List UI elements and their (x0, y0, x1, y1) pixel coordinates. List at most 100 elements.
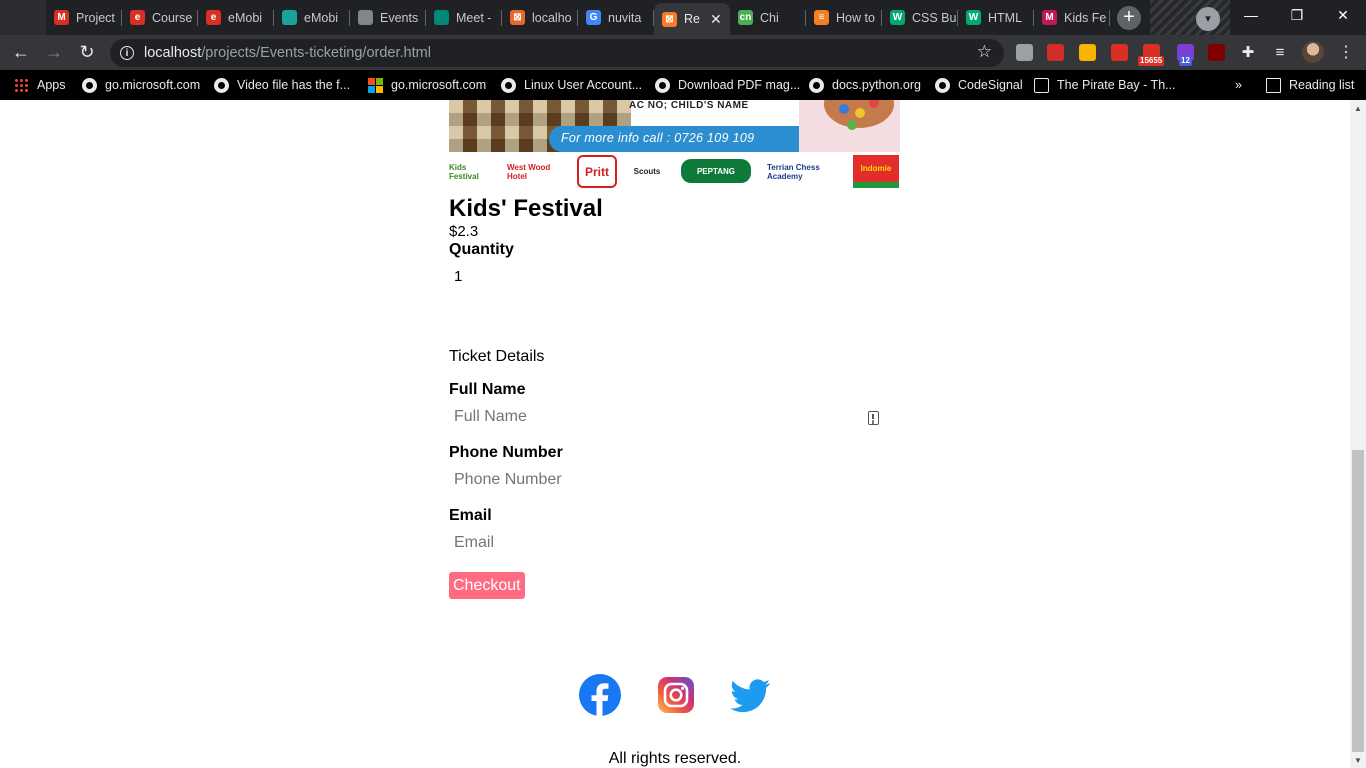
tab-title: eMobi (228, 10, 263, 25)
back-icon[interactable]: ← (9, 40, 33, 64)
browser-tab[interactable]: Meet - (426, 4, 502, 31)
browser-toolbar: ← → ↻ i localhost/projects/Events-ticket… (0, 35, 1366, 70)
tab-title: CSS Bu (912, 10, 957, 25)
more-menu-icon[interactable]: ⋮ (1334, 40, 1358, 64)
instagram-icon[interactable] (655, 674, 697, 716)
bookmark-item[interactable]: Linux User Account... (501, 76, 642, 94)
browser-tab[interactable]: e Course (122, 4, 198, 31)
url-host: localhost (144, 45, 202, 61)
ext-lastpass-icon[interactable] (1047, 44, 1064, 61)
ext-purple-icon[interactable]: 12 (1177, 44, 1194, 66)
site-info-icon[interactable]: i (120, 46, 134, 60)
bookmark-item[interactable]: go.microsoft.com (368, 76, 486, 94)
globe-icon (358, 10, 373, 25)
bookmark-item[interactable]: Download PDF mag... (655, 76, 800, 94)
bookmark-star-icon[interactable]: ☆ (977, 42, 992, 62)
tab-search-area (0, 0, 46, 35)
reload-icon[interactable]: ↻ (75, 40, 99, 64)
bookmarks-overflow-icon[interactable]: » (1235, 76, 1242, 94)
browser-tab[interactable]: M Kids Fe (1034, 4, 1110, 31)
contact-autofill-icon[interactable] (868, 411, 879, 425)
bookmark-item[interactable]: Video file has the f... (214, 76, 350, 94)
e-icon: e (130, 10, 145, 25)
reading-list-label: Reading list (1289, 78, 1355, 92)
address-bar[interactable]: i localhost/projects/Events-ticketing/or… (110, 39, 1004, 67)
bookmark-label: Video file has the f... (237, 78, 351, 92)
bookmark-item[interactable]: CodeSignal (935, 76, 1023, 94)
banner-info-text: For more info call : 0726 109 109 (561, 131, 755, 145)
minimize-button[interactable]: — (1228, 0, 1274, 30)
bookmark-item[interactable]: go.microsoft.com (82, 76, 200, 94)
page-scrollbar[interactable]: ▲ ▼ (1350, 100, 1366, 768)
close-tab-icon[interactable]: ✕ (710, 11, 722, 28)
bookmark-label: Apps (37, 78, 66, 92)
globe-icon (501, 77, 516, 93)
globe-icon (935, 77, 950, 93)
teal-circle-icon (282, 10, 297, 25)
forward-icon[interactable]: → (42, 40, 66, 64)
browser-tab[interactable]: Gnuvita (578, 4, 654, 31)
phone-number-input[interactable] (449, 467, 889, 493)
globe-icon (655, 77, 670, 93)
xampp-icon: ⊠ (662, 11, 677, 27)
cn-icon: cn (738, 10, 753, 25)
bookmark-label: go.microsoft.com (391, 78, 487, 92)
extensions-puzzle-icon[interactable]: ✚ (1236, 40, 1260, 64)
browser-tab[interactable]: cn Chi (730, 4, 806, 31)
ms-icon (368, 77, 383, 93)
browser-tab[interactable]: W HTML (958, 4, 1034, 31)
browser-tab[interactable]: W CSS Bu (882, 4, 958, 31)
media-control-icon[interactable]: ≡ (1268, 40, 1292, 64)
ext-pen-icon[interactable] (1111, 44, 1128, 61)
globe-icon (809, 77, 824, 93)
browser-tab[interactable]: M Project (46, 4, 122, 31)
browser-tab[interactable]: ⊠ Re ✕ (654, 3, 730, 35)
browser-tab[interactable]: Events (350, 4, 426, 31)
tab-title: Re (684, 12, 700, 26)
ext-colorful-icon[interactable] (1079, 44, 1096, 61)
e-icon: e (206, 10, 221, 25)
tab-title: localho (532, 10, 572, 25)
xampp-icon: ⊠ (510, 10, 525, 25)
tab-search-icon[interactable]: ▾ (1196, 7, 1220, 31)
facebook-icon[interactable] (579, 674, 621, 716)
bookmark-item[interactable]: The Pirate Bay - Th... (1034, 76, 1176, 94)
bookmark-label: Download PDF mag... (678, 78, 801, 92)
ext-ublock-icon[interactable] (1208, 44, 1225, 61)
bookmark-label: CodeSignal (958, 78, 1023, 92)
reading-list-icon (1266, 77, 1281, 93)
scroll-up-icon[interactable]: ▲ (1350, 100, 1366, 116)
full-name-input[interactable] (449, 404, 889, 430)
browser-tab[interactable]: eMobi (274, 4, 350, 31)
email-input[interactable] (449, 530, 889, 556)
restore-button[interactable]: ❐ (1274, 0, 1320, 30)
paint-palette-graphic (799, 100, 900, 152)
ext-mail-icon[interactable]: 15655 (1138, 44, 1165, 66)
browser-tab[interactable]: e eMobi (198, 4, 274, 31)
checkout-button[interactable]: Checkout (449, 572, 525, 599)
ext-gray-icon[interactable] (1016, 44, 1033, 61)
close-window-button[interactable]: ✕ (1320, 0, 1366, 30)
event-banner-image: AC NO; CHILD'S NAME For more info call :… (449, 100, 900, 188)
new-tab-button[interactable]: + (1117, 6, 1141, 30)
bookmark-item[interactable]: docs.python.org (809, 76, 921, 94)
bookmark-item[interactable]: Apps (14, 76, 66, 94)
profile-avatar[interactable] (1302, 41, 1324, 63)
w3-icon: W (966, 10, 981, 25)
bookmarks-bar: Apps go.microsoft.com Video file has the f… (0, 70, 1366, 100)
twitter-icon[interactable] (729, 674, 771, 716)
w3-icon: W (890, 10, 905, 25)
scroll-down-icon[interactable]: ▼ (1350, 752, 1366, 768)
meet-icon (434, 10, 449, 25)
tab-title: HTML (988, 10, 1023, 25)
globe-icon (214, 77, 229, 93)
quantity-input[interactable] (449, 264, 509, 288)
ticket-details-heading: Ticket Details (449, 348, 545, 365)
browser-tab[interactable]: ≡ How to (806, 4, 882, 31)
scrollbar-thumb[interactable] (1352, 450, 1364, 752)
tab-title: Meet - (456, 10, 492, 25)
copyright-text: All rights reserved. (608, 750, 742, 767)
reading-list[interactable]: Reading list (1266, 76, 1354, 94)
browser-tab[interactable]: ⊠ localho (502, 4, 578, 31)
google-icon: G (586, 10, 601, 25)
